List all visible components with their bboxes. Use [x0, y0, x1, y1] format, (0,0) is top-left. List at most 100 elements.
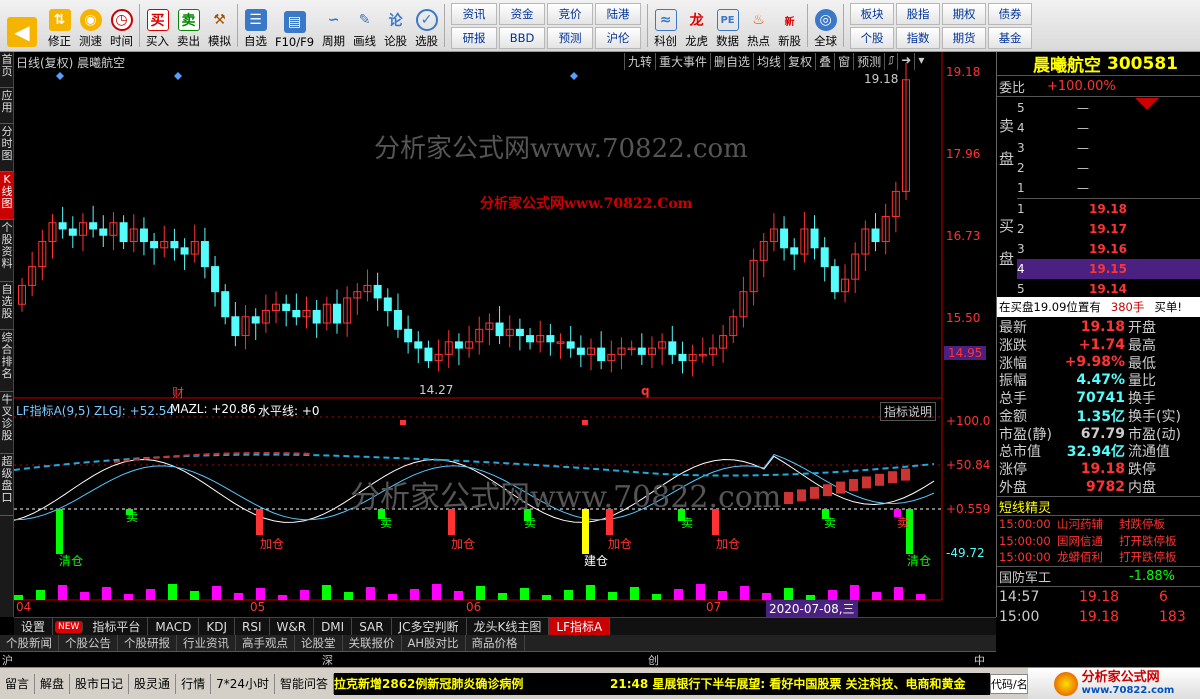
news-tab[interactable]: 个股新闻	[0, 635, 59, 651]
news-tab[interactable]: 关联报价	[343, 635, 402, 651]
tab-jc[interactable]: JC多空判断	[392, 617, 467, 636]
discuss-button[interactable]: 论 论股	[380, 0, 411, 51]
correct-button[interactable]: ⇅ 修正	[44, 0, 75, 51]
tab-dragon-kline[interactable]: 龙头K线主图	[467, 617, 550, 636]
info-report[interactable]: 研报	[451, 27, 498, 49]
taskbar-diary[interactable]: 股市日记	[70, 673, 130, 694]
left-tab-profile[interactable]: 个股资料	[0, 220, 14, 282]
buy-row-selected[interactable]: 4 19.15	[1017, 259, 1200, 279]
left-tab-diagnosis[interactable]: 牛叉诊股	[0, 392, 14, 454]
forecast-button[interactable]: 预测	[853, 53, 884, 70]
buy-row[interactable]: 5 19.14	[1017, 279, 1200, 299]
tab-settings[interactable]: 设置	[14, 617, 54, 636]
news-ticker[interactable]: 拉克新增2862例新冠肺炎确诊病例 21:48 星展银行下半年展望: 看好中国股…	[334, 672, 990, 695]
info-bbd[interactable]: BBD	[499, 27, 546, 49]
sprite-row[interactable]: 15:00:00 国网信通 打开跌停板	[997, 533, 1200, 550]
tab-kdj[interactable]: KDJ	[199, 617, 235, 636]
taskbar-analysis[interactable]: 解盘	[35, 673, 71, 694]
sprite-row[interactable]: 15:00:00 山河药辅 封跌停板	[997, 516, 1200, 533]
period-button[interactable]: ∽ 周期	[318, 0, 349, 51]
news-tab[interactable]: 商品价格	[466, 635, 525, 651]
search-input[interactable]: 代码/名称	[990, 673, 1028, 694]
expand-icon[interactable]: ➜	[897, 53, 914, 70]
volume-mark	[168, 584, 177, 600]
market-bonds[interactable]: 债券	[988, 3, 1033, 25]
left-tab-intraday[interactable]: 分时图	[0, 124, 14, 172]
buy-row[interactable]: 3 19.16	[1017, 239, 1200, 259]
tab-indicator-platform[interactable]: 指标平台	[85, 617, 149, 636]
select-stock-button[interactable]: ✓ 选股	[411, 0, 442, 51]
left-tab-ranking[interactable]: 综合排名	[0, 330, 14, 392]
tab-wr[interactable]: W&R	[270, 617, 315, 636]
market-index[interactable]: 股指	[896, 3, 941, 25]
news-tab[interactable]: AH股对比	[402, 635, 466, 651]
taskbar-gulingtong[interactable]: 股灵通	[129, 673, 177, 694]
sell-button[interactable]: 卖 卖出	[173, 0, 204, 51]
remove-watch-button[interactable]: 删自选	[710, 53, 753, 70]
market-stocks[interactable]: 个股	[850, 27, 895, 49]
taskbar-message[interactable]: 留言	[0, 673, 36, 694]
nine-turn-button[interactable]: 九转	[624, 53, 655, 70]
tab-lf-indicator[interactable]: LF指标A	[549, 617, 611, 636]
major-events-button[interactable]: 重大事件	[655, 53, 710, 70]
star-market-button[interactable]: ≈ 科创	[650, 0, 681, 51]
info-news[interactable]: 资讯	[451, 3, 498, 25]
simulate-button[interactable]: ⚒ 模拟	[204, 0, 235, 51]
tab-dmi[interactable]: DMI	[314, 617, 353, 636]
back-button[interactable]: ◀	[0, 0, 44, 51]
info-hk[interactable]: 陆港	[595, 3, 642, 25]
speed-test-button[interactable]: ◉ 测速	[75, 0, 106, 51]
sprite-row[interactable]: 15:00:00 龙蟒佰利 打开跌停板	[997, 549, 1200, 566]
market-options[interactable]: 期权	[942, 3, 987, 25]
market-futures[interactable]: 期货	[942, 27, 987, 49]
market-sector[interactable]: 板块	[850, 3, 895, 25]
sector-row[interactable]: 国防军工 -1.88%	[997, 566, 1200, 586]
left-tab-depth[interactable]: 超级盘口	[0, 454, 14, 516]
index-sh[interactable]: 沪	[2, 652, 322, 668]
news-tab[interactable]: 个股研报	[118, 635, 177, 651]
new-stock-button[interactable]: 新 新股	[774, 0, 805, 51]
buy-row[interactable]: 2 19.17	[1017, 219, 1200, 239]
kline-chart-area[interactable]: 日线(复权) 晨曦航空 九转 重大事件 删自选 均线 复权 叠 窗 预测 ⎎ ➜…	[14, 52, 996, 617]
news-tab[interactable]: 论股堂	[295, 635, 343, 651]
ma-button[interactable]: 均线	[753, 53, 784, 70]
watchlist-button[interactable]: ☰ 自选	[240, 0, 271, 51]
tab-rsi[interactable]: RSI	[235, 617, 270, 636]
left-tab-watchlist[interactable]: 自选股	[0, 282, 14, 330]
news-tab[interactable]: 个股公告	[59, 635, 118, 651]
info-forecast[interactable]: 预测	[547, 27, 594, 49]
taskbar-247[interactable]: 7*24小时	[211, 673, 275, 694]
lock-icon[interactable]: ⎎	[884, 53, 897, 70]
indicator-note-button[interactable]: 指标说明	[880, 402, 937, 421]
window-button[interactable]: 窗	[834, 53, 853, 70]
info-auction[interactable]: 竞价	[547, 3, 594, 25]
buy-button[interactable]: 买 买入	[142, 0, 173, 51]
index-cy[interactable]: 创	[648, 652, 974, 668]
tab-sar[interactable]: SAR	[352, 617, 392, 636]
chevron-down-icon[interactable]: ▾	[914, 53, 927, 70]
news-tab[interactable]: 高手观点	[236, 635, 295, 651]
global-button[interactable]: ◎ 全球	[810, 0, 841, 51]
market-funds[interactable]: 基金	[988, 27, 1033, 49]
tab-macd[interactable]: MACD	[148, 617, 200, 636]
left-tab-kline[interactable]: K线图	[0, 172, 14, 220]
data-button[interactable]: PE 数据	[712, 0, 743, 51]
market-indices[interactable]: 指数	[896, 27, 941, 49]
draw-line-button[interactable]: ✎ 画线	[349, 0, 380, 51]
hotspot-button[interactable]: ♨ 热点	[743, 0, 774, 51]
f10-button[interactable]: ▤ F10/F9	[271, 0, 318, 51]
news-tab[interactable]: 行业资讯	[177, 635, 236, 651]
buy-row[interactable]: 1 19.18	[1017, 199, 1200, 219]
taskbar-quotes[interactable]: 行情	[176, 673, 212, 694]
index-sz[interactable]: 深	[322, 652, 648, 668]
index-zz[interactable]: 中	[974, 652, 985, 668]
dragon-tiger-button[interactable]: 龙 龙虎	[681, 0, 712, 51]
taskbar-qa[interactable]: 智能问答	[275, 673, 334, 694]
info-fund[interactable]: 资金	[499, 3, 546, 25]
left-tab-home[interactable]: 首页	[0, 52, 14, 88]
info-london[interactable]: 沪伦	[595, 27, 642, 49]
time-button[interactable]: ◷ 时间	[106, 0, 137, 51]
overlay-button[interactable]: 叠	[815, 53, 834, 70]
left-tab-apps[interactable]: 应用	[0, 88, 14, 124]
adjust-button[interactable]: 复权	[784, 53, 815, 70]
